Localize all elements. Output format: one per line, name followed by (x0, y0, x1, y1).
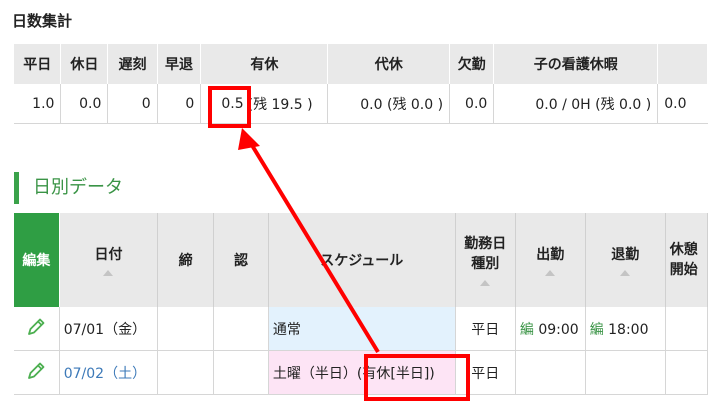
row-schedule: 通常 (268, 307, 456, 351)
summary-value-child-care-leave: 0.0 / 0H (残 0.0 ) (493, 84, 659, 124)
row-break-start (665, 350, 708, 395)
edited-stamp: 編 (589, 321, 604, 338)
row-break-start (665, 307, 708, 351)
sort-caret-icon[interactable] (545, 270, 556, 276)
summary-header-child-care-leave: 子の看護休暇 (493, 44, 659, 84)
row-approve (213, 350, 269, 395)
row-approve (213, 307, 269, 351)
summary-value-paid-leave-remaining: (残 19.5 ) (245, 84, 329, 124)
column-header-schedule: スケジュール (268, 213, 456, 307)
summary-value-late: 0 (107, 84, 158, 124)
clock-in-time: 09:00 (538, 321, 579, 338)
sort-caret-icon[interactable] (480, 280, 491, 286)
arrow-head (238, 128, 260, 150)
summary-header-absence: 欠勤 (449, 44, 495, 84)
daily-table: 編集 日付 締 認 スケジュール 勤務日 種別 出勤 退勤 休憩 開始 07/0… (14, 213, 708, 395)
pencil-icon[interactable] (25, 360, 47, 386)
row-close (157, 350, 214, 395)
column-header-approve: 認 (213, 213, 269, 307)
summary-table: 平日 休日 遅刻 早退 有休 代休 欠勤 子の看護休暇 1.0 0.0 0 0 … (14, 44, 708, 124)
clock-out-time: 18:00 (608, 321, 649, 338)
row-close (157, 307, 214, 351)
annotation-box-paid-leave (208, 86, 251, 128)
summary-value-holiday: 0.0 (60, 84, 109, 124)
column-header-close: 締 (157, 213, 214, 307)
summary-header-early-leave: 早退 (157, 44, 202, 84)
table-row: 07/02（土） 土曜（半日）(有休[半日]) 平日 (14, 350, 708, 395)
summary-value-absence: 0.0 (449, 84, 495, 124)
row-date: 07/01（金） (59, 307, 159, 351)
row-clock-out: 編 18:00 (585, 307, 666, 351)
section-title-daily: 日別データ (14, 172, 123, 204)
summary-header-comp-leave: 代休 (327, 44, 451, 84)
summary-value-overflow: 0.0 (657, 84, 708, 124)
column-header-clock-out-label: 退勤 (611, 247, 640, 263)
summary-header-overflow (657, 44, 708, 84)
column-header-clock-out[interactable]: 退勤 (585, 213, 666, 307)
summary-header-holiday: 休日 (60, 44, 109, 84)
sort-caret-icon[interactable] (103, 270, 114, 276)
edit-cell (14, 307, 60, 351)
column-header-worktype-line1: 勤務日 (464, 236, 507, 252)
row-worktype: 平日 (455, 307, 516, 351)
summary-title: 日数集計 (12, 12, 73, 30)
column-header-worktype[interactable]: 勤務日 種別 (455, 213, 516, 307)
column-header-date-label: 日付 (94, 247, 123, 263)
annotation-box-schedule (364, 354, 470, 401)
edit-cell (14, 350, 60, 395)
summary-header-weekday: 平日 (14, 44, 62, 84)
column-header-break-line2: 開始 (669, 262, 698, 278)
edited-stamp: 編 (519, 321, 534, 338)
column-header-worktype-line2: 種別 (471, 256, 500, 272)
row-date[interactable]: 07/02（土） (59, 350, 159, 395)
table-row: 07/01（金） 通常 平日 編 09:00 編 18:00 (14, 307, 708, 351)
summary-value-comp-leave: 0.0 (残 0.0 ) (327, 84, 451, 124)
summary-header-late: 遅刻 (107, 44, 158, 84)
row-clock-in: 編 09:00 (515, 307, 586, 351)
column-header-break-start[interactable]: 休憩 開始 (665, 213, 708, 307)
column-header-clock-in-label: 出勤 (536, 247, 565, 263)
column-header-clock-in[interactable]: 出勤 (515, 213, 586, 307)
column-header-edit: 編集 (14, 213, 60, 307)
summary-value-weekday: 1.0 (14, 84, 62, 124)
column-header-date[interactable]: 日付 (59, 213, 159, 307)
row-clock-in (515, 350, 586, 395)
sort-caret-icon[interactable] (620, 270, 631, 276)
summary-header-paid-leave: 有休 (200, 44, 329, 84)
column-header-break-line1: 休憩 (669, 242, 698, 258)
summary-value-early-leave: 0 (157, 84, 202, 124)
row-clock-out (585, 350, 666, 395)
pencil-icon[interactable] (25, 316, 47, 342)
